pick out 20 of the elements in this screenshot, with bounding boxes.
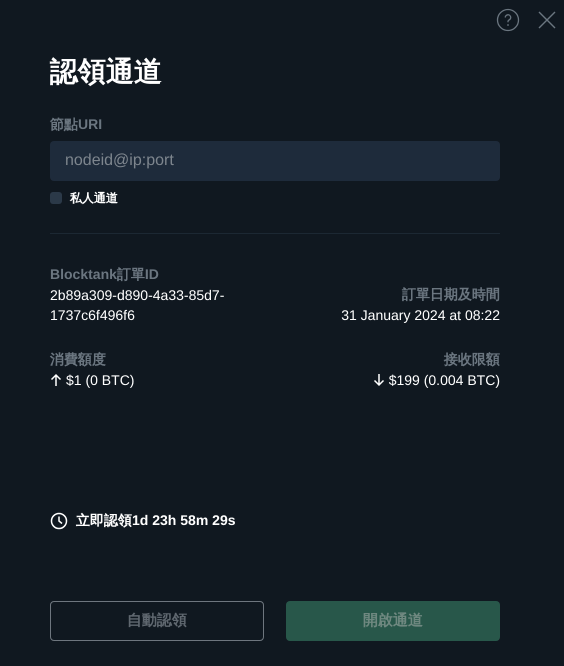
dialog-title: 認領通道 — [50, 55, 163, 89]
uri-input[interactable]: nodeid@ip:port — [50, 141, 500, 181]
help-icon[interactable] — [496, 8, 520, 32]
close-icon[interactable] — [538, 11, 556, 29]
countdown-text: 立即認領1d 23h 58m 29s — [76, 511, 236, 530]
amount-value: $1 (0 BTC) — [66, 371, 134, 390]
field-label: 訂單日期及時間 — [401, 285, 500, 304]
field-label: 消費額度 — [50, 350, 107, 369]
amount-value: $199 (0.004 BTC) — [388, 371, 500, 390]
field-label: 節點URI — [50, 115, 104, 134]
order-id: 1737c6f496f6 — [50, 306, 136, 325]
checkbox[interactable] — [50, 192, 62, 204]
order-date: 31 January 2024 at 08:22 — [341, 306, 500, 325]
field-label: Blocktank訂單ID — [50, 265, 160, 284]
order-id: 2b89a309-d890-4a33-85d7- — [50, 286, 224, 305]
arrow-up-icon — [50, 373, 62, 387]
clock-icon — [50, 512, 68, 530]
field-label: 接收限額 — [442, 350, 500, 369]
checkbox-label: 私人通道 — [70, 190, 118, 207]
arrow-down-icon — [372, 373, 385, 387]
